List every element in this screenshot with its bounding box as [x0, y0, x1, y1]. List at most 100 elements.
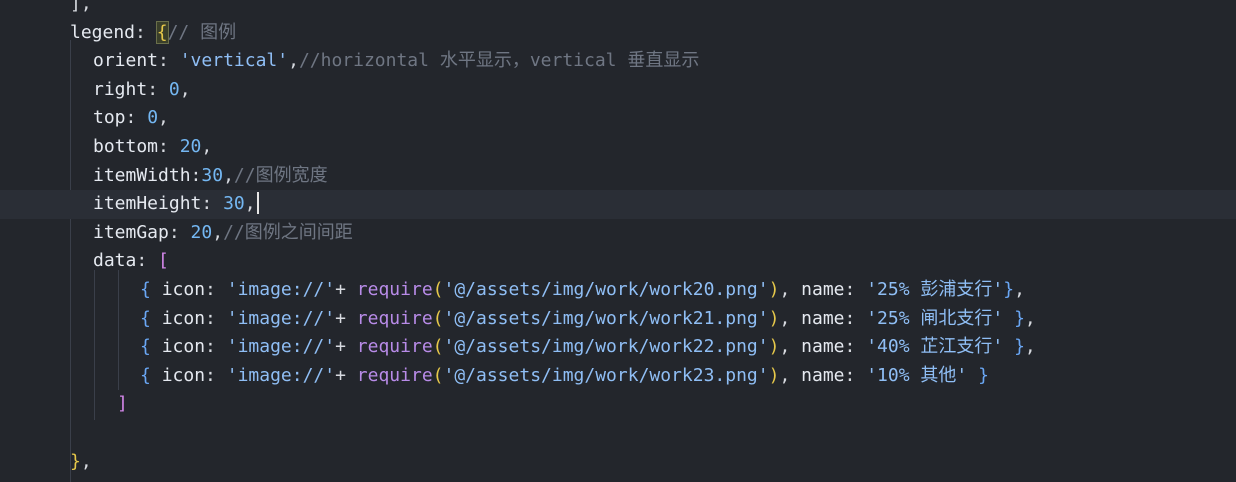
code-token: { [140, 307, 151, 329]
code-token: ( [432, 364, 444, 386]
code-token: bottom [93, 136, 159, 157]
code-token: ) [768, 364, 780, 386]
code-token: 0 [168, 78, 180, 100]
code-token: } [70, 450, 81, 472]
code-token: : [844, 364, 867, 386]
code-token: , [1024, 307, 1036, 329]
code-token: right [93, 78, 148, 100]
code-token: + [335, 336, 357, 358]
code-line[interactable]: itemHeight: 30, [0, 190, 1236, 219]
code-token: 'image://' [226, 279, 336, 300]
code-token: } [978, 364, 989, 386]
code-token: , [779, 279, 802, 300]
code-line[interactable]: orient: 'vertical',//horizontal 水平显示，ver… [0, 47, 1236, 76]
code-line[interactable]: ], [0, 0, 1236, 19]
code-token: : [190, 164, 202, 186]
code-editor[interactable]: ], legend: {// 图例 orient: 'vertical',//hor… [0, 0, 1236, 482]
code-token: : [168, 221, 191, 243]
code-token: ], [70, 0, 92, 14]
code-token: + [335, 364, 357, 386]
code-token: [ [158, 250, 169, 272]
code-token: 'vertical' [179, 50, 289, 72]
code-token: : [158, 136, 180, 157]
code-token: require [356, 336, 433, 358]
code-line[interactable]: right: 0, [0, 76, 1236, 105]
code-token: name [801, 364, 845, 386]
code-token: //horizontal 水平显示，vertical 垂直显示 [298, 50, 700, 72]
code-token: 0 [147, 107, 159, 129]
code-token: : [205, 307, 227, 329]
code-token: } [1014, 336, 1025, 358]
code-token: , [779, 364, 802, 386]
code-token: 20 [190, 221, 213, 243]
code-token: ) [768, 307, 780, 329]
code-line[interactable]: bottom: 20, [0, 133, 1236, 162]
code-token: icon [161, 279, 206, 300]
code-token: '25% 彭浦支行' [866, 279, 1004, 300]
code-token: '@/assets/img/work/work20.png' [443, 279, 769, 300]
code-token: , [223, 164, 234, 186]
code-token: ( [432, 307, 444, 329]
code-token: : [205, 279, 227, 300]
code-token: : [125, 107, 148, 129]
code-line[interactable]: ] [0, 390, 1236, 419]
code-token: , [288, 50, 299, 72]
code-line[interactable]: legend: {// 图例 [0, 19, 1236, 48]
code-token: 20 [179, 136, 202, 157]
code-token: : [135, 21, 157, 43]
code-token: ] [117, 393, 128, 415]
code-token: 'image://' [226, 307, 336, 329]
text-cursor [256, 192, 259, 215]
code-line[interactable] [0, 419, 1236, 448]
code-token: ( [432, 279, 444, 300]
code-token: , [779, 307, 802, 329]
code-token: , [779, 336, 802, 358]
code-token: + [335, 279, 357, 300]
code-line[interactable]: data: [ [0, 247, 1236, 276]
code-token: legend [70, 21, 136, 43]
code-token: , [201, 136, 213, 157]
code-token: name [801, 279, 845, 300]
code-token: } [1014, 307, 1025, 329]
code-token: itemWidth [93, 164, 191, 186]
code-token: : [205, 364, 227, 386]
code-token: , [80, 450, 92, 472]
code-line[interactable]: itemWidth:30,//图例宽度 [0, 162, 1236, 191]
code-line[interactable]: top: 0, [0, 104, 1236, 133]
code-token: : [147, 78, 169, 100]
code-token: , [1024, 336, 1036, 358]
code-token: //图例宽度 [233, 164, 328, 186]
code-token: { [155, 20, 169, 44]
code-token: '@/assets/img/work/work23.png' [443, 364, 769, 386]
code-token: : [844, 279, 867, 300]
code-line[interactable]: { icon: 'image://'+ require('@/assets/im… [0, 333, 1236, 362]
code-token: icon [161, 307, 206, 329]
code-token: // 图例 [167, 21, 237, 43]
code-token: : [201, 193, 224, 215]
code-token: '40% 芷江支行' [866, 336, 1004, 358]
code-token: '@/assets/img/work/work21.png' [443, 307, 769, 329]
code-line[interactable]: { icon: 'image://'+ require('@/assets/im… [0, 276, 1236, 305]
code-token: ) [768, 279, 780, 300]
code-line[interactable]: { icon: 'image://'+ require('@/assets/im… [0, 305, 1236, 334]
code-token: itemHeight [93, 193, 202, 215]
code-token: : [136, 250, 159, 272]
code-token: icon [161, 336, 206, 358]
code-token: name [801, 307, 845, 329]
code-line[interactable]: { icon: 'image://'+ require('@/assets/im… [0, 362, 1236, 391]
code-token: , [1014, 279, 1025, 300]
code-token: : [844, 307, 867, 329]
code-token: '10% 其他' [866, 364, 968, 386]
code-token: + [335, 307, 357, 329]
code-line[interactable]: itemGap: 20,//图例之间间距 [0, 219, 1236, 248]
code-token: itemGap [93, 221, 169, 243]
code-token: '25% 闸北支行' [866, 307, 1004, 329]
code-token: 'image://' [226, 364, 336, 386]
code-token: 30 [223, 193, 245, 215]
code-token: : [158, 50, 180, 72]
code-line[interactable]: }, [0, 448, 1236, 477]
